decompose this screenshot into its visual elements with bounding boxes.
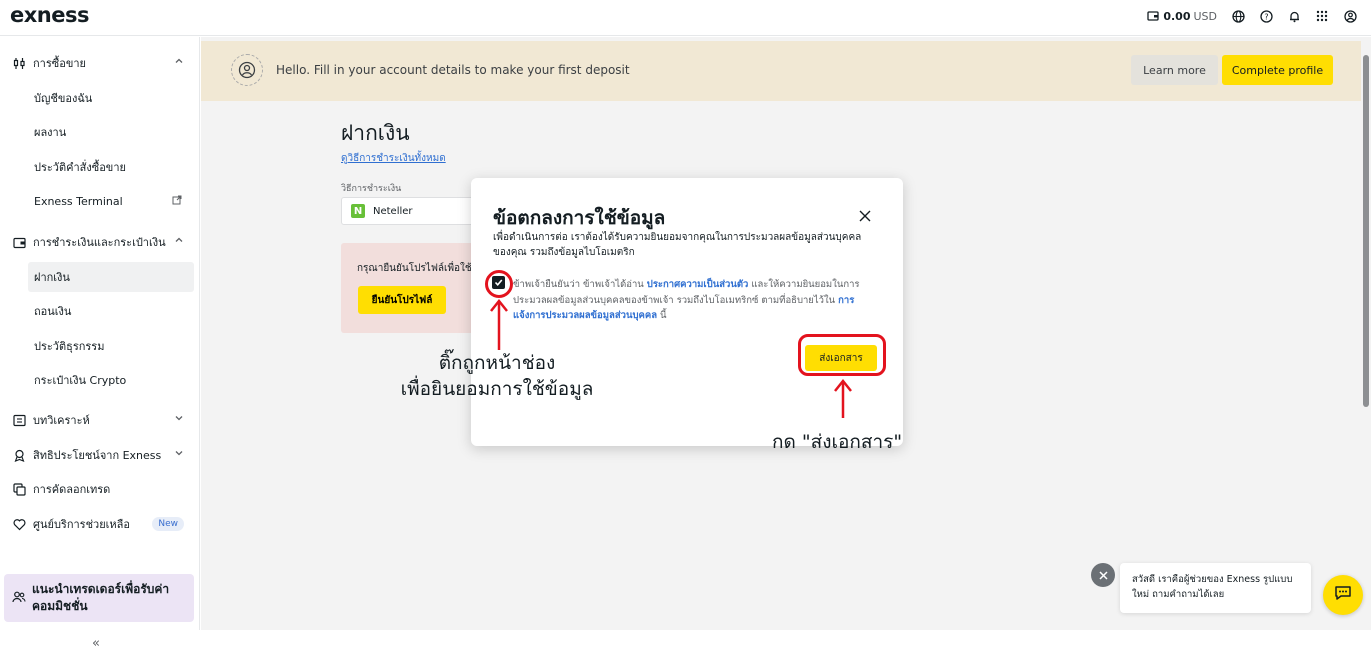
submit-highlight-ring — [798, 334, 886, 376]
chat-greeting-bubble[interactable]: สวัสดี เราคือผู้ช่วยของ Exness รูปแบบใหม… — [1120, 563, 1311, 613]
balance-amount: 0.00 — [1163, 9, 1191, 23]
help-icon[interactable]: ? — [1259, 9, 1273, 23]
sidebar-item-label: การชำระเงินและกระเป๋าเงิน — [33, 236, 166, 249]
sidebar-item-crypto-wallet[interactable]: กระเป๋าเงิน Crypto — [28, 365, 194, 395]
referral-promo[interactable]: แนะนำเทรดเดอร์เพื่อรับค่าคอมมิชชั่น — [4, 574, 194, 622]
close-icon[interactable] — [855, 206, 875, 226]
apps-grid-icon[interactable] — [1315, 9, 1329, 23]
complete-profile-button[interactable]: Complete profile — [1222, 55, 1333, 85]
sidebar-item-benefits[interactable]: สิทธิประโยชน์จาก Exness — [4, 440, 194, 470]
banner-text: Hello. Fill in your account details to m… — [276, 63, 630, 77]
scrollbar-thumb[interactable] — [1363, 55, 1369, 407]
privacy-notice-link[interactable]: ประกาศความเป็นส่วนตัว — [647, 279, 749, 290]
sidebar-item-trading[interactable]: การซื้อขาย — [4, 48, 194, 78]
sidebar-item-exness-terminal[interactable]: Exness Terminal — [28, 186, 194, 216]
sidebar-item-payments[interactable]: การชำระเงินและกระเป๋าเงิน — [4, 227, 194, 257]
sidebar-item-copytrade[interactable]: การคัดลอกเทรด — [4, 474, 194, 504]
verify-profile-button[interactable]: ยืนยันโปรไฟล์ — [358, 286, 446, 314]
checkbox-highlight-ring — [485, 270, 513, 298]
sidebar-item-my-accounts[interactable]: บัญชีของฉัน — [28, 83, 194, 113]
chat-close-button[interactable] — [1091, 563, 1115, 587]
trading-icon — [12, 56, 26, 70]
new-badge: New — [152, 517, 184, 531]
payment-method-label: วิธีการชำระเงิน — [341, 184, 402, 194]
checkbox-instruction: ติ๊กถูกหน้าช่อง เพื่อยินยอมการใช้ข้อมูล — [392, 350, 602, 402]
analytics-icon — [12, 413, 26, 427]
profile-banner: Hello. Fill in your account details to m… — [201, 41, 1361, 101]
chevron-down-icon[interactable] — [174, 413, 184, 426]
wallet-icon — [1146, 9, 1160, 23]
globe-icon[interactable] — [1231, 9, 1245, 23]
people-icon — [12, 589, 26, 608]
sidebar-item-order-history[interactable]: ประวัติคำสั่งซื้อขาย — [28, 152, 194, 182]
page-scrollbar[interactable] — [1361, 37, 1371, 630]
modal-description: เพื่อดำเนินการต่อ เราต้องได้รับความยินยอ… — [493, 232, 862, 258]
arrow-up-icon — [834, 378, 852, 418]
user-avatar-icon — [231, 54, 263, 86]
svg-text:?: ? — [1264, 12, 1268, 21]
promo-text: แนะนำเทรดเดอร์เพื่อรับค่าคอมมิชชั่น — [32, 582, 170, 613]
sidebar-item-label: บทวิเคราะห์ — [33, 414, 90, 427]
sidebar-item-withdraw[interactable]: ถอนเงิน — [28, 296, 194, 326]
sidebar-item-label: ศูนย์บริการช่วยเหลือ — [33, 518, 131, 531]
heart-icon — [12, 517, 26, 531]
sidebar-item-label: การคัดลอกเทรด — [33, 483, 111, 496]
balance-widget[interactable]: 0.00 USD — [1146, 9, 1217, 23]
verify-profile-warning: กรุณายืนยันโปรไฟล์เพื่อใช้ ยืนยันโปรไฟล์ — [341, 243, 481, 333]
consent-text-part: นี้ — [657, 310, 667, 321]
external-link-icon — [172, 195, 182, 208]
collapse-sidebar-button[interactable]: « — [92, 636, 100, 651]
exness-logo[interactable]: exness — [10, 3, 89, 27]
sidebar-item-label: Exness Terminal — [34, 194, 123, 208]
sidebar-item-performance[interactable]: ผลงาน — [28, 117, 194, 147]
copy-trade-icon — [12, 482, 26, 496]
top-right-toolbar: 0.00 USD ? — [1146, 9, 1357, 23]
instruction-line: ติ๊กถูกหน้าช่อง — [438, 352, 556, 374]
chat-launcher-button[interactable] — [1323, 575, 1363, 615]
sidebar-item-label: การซื้อขาย — [33, 57, 86, 70]
award-icon — [12, 448, 26, 462]
warning-text: กรุณายืนยันโปรไฟล์เพื่อใช้ — [357, 263, 472, 274]
sidebar-item-support[interactable]: ศูนย์บริการช่วยเหลือ New — [4, 509, 194, 539]
chevron-up-icon[interactable] — [174, 56, 184, 69]
wallet-icon — [12, 235, 26, 249]
bell-icon[interactable] — [1287, 9, 1301, 23]
sidebar-item-transaction-history[interactable]: ประวัติธุรกรรม — [28, 331, 194, 361]
user-account-icon[interactable] — [1343, 9, 1357, 23]
view-all-payment-methods-link[interactable]: ดูวิธีการชำระเงินทั้งหมด — [341, 151, 446, 166]
consent-text: ข้าพเจ้ายืนยันว่า ข้าพเจ้าได้อ่าน ประกาศ… — [513, 277, 863, 324]
neteller-logo: N — [351, 204, 365, 218]
consent-text-part: ข้าพเจ้ายืนยันว่า ข้าพเจ้าได้อ่าน — [513, 279, 647, 290]
page-title: ฝากเงิน — [341, 121, 410, 145]
sidebar-item-label: สิทธิประโยชน์จาก Exness — [33, 449, 162, 462]
balance-currency: USD — [1193, 9, 1217, 23]
chevron-down-icon[interactable] — [174, 448, 184, 461]
sidebar: การซื้อขาย บัญชีของฉัน ผลงาน ประวัติคำสั… — [0, 37, 200, 651]
chevron-up-icon[interactable] — [174, 235, 184, 248]
top-bar: exness 0.00 USD ? — [0, 0, 1371, 36]
arrow-up-icon — [490, 298, 508, 350]
submit-instruction: กด "ส่งเอกสาร" — [772, 431, 903, 453]
sidebar-item-analytics[interactable]: บทวิเคราะห์ — [4, 405, 194, 435]
learn-more-button[interactable]: Learn more — [1131, 55, 1218, 85]
chat-icon — [1334, 584, 1352, 606]
sidebar-item-deposit[interactable]: ฝากเงิน — [28, 262, 194, 292]
modal-title: ข้อตกลงการใช้ข้อมูล — [493, 207, 666, 229]
payment-method-select[interactable]: N Neteller — [341, 197, 481, 225]
instruction-line: เพื่อยินยอมการใช้ข้อมูล — [400, 378, 594, 400]
payment-method-value: Neteller — [373, 205, 413, 217]
